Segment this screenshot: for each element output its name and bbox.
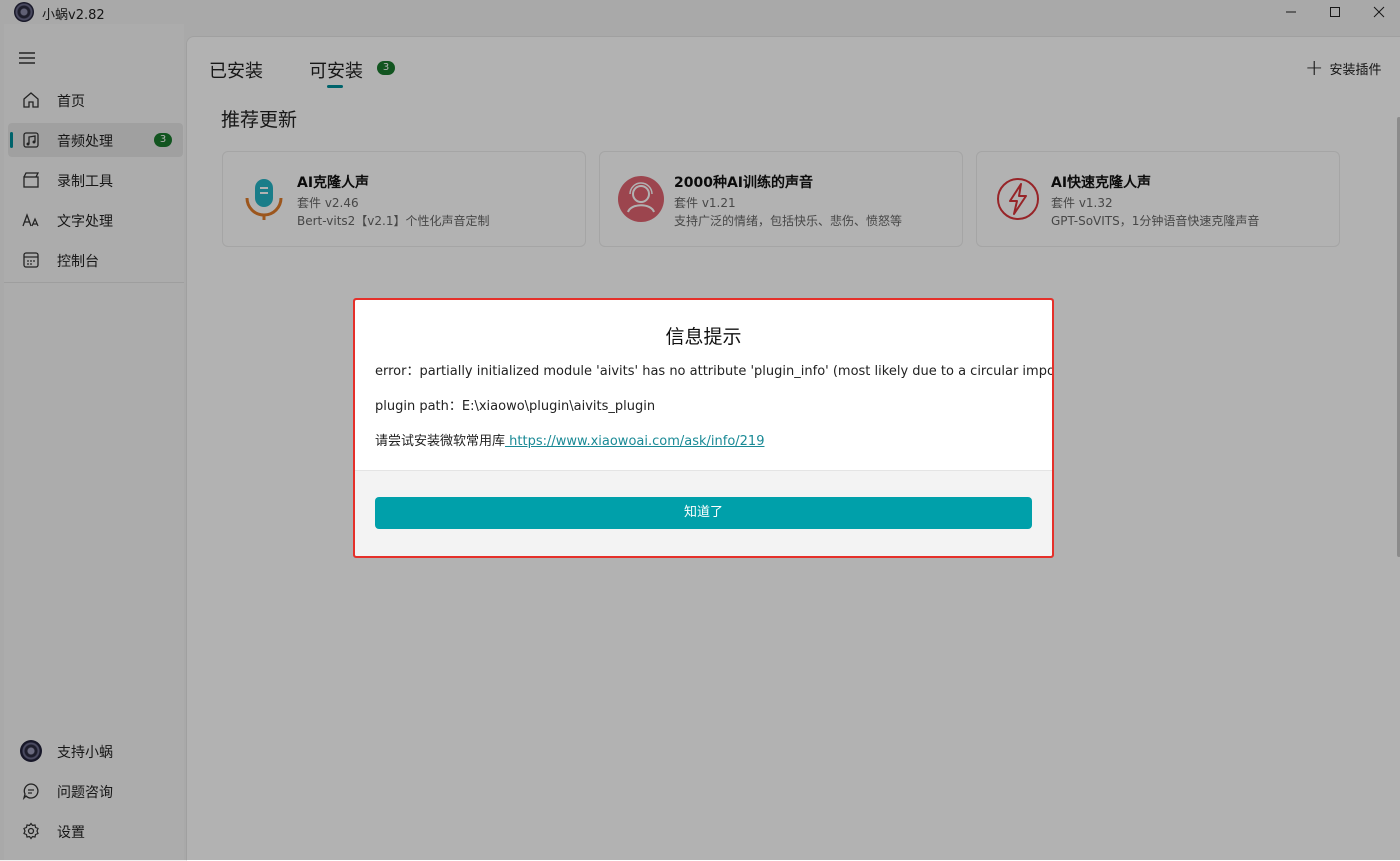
highlight-frame — [353, 298, 1054, 558]
